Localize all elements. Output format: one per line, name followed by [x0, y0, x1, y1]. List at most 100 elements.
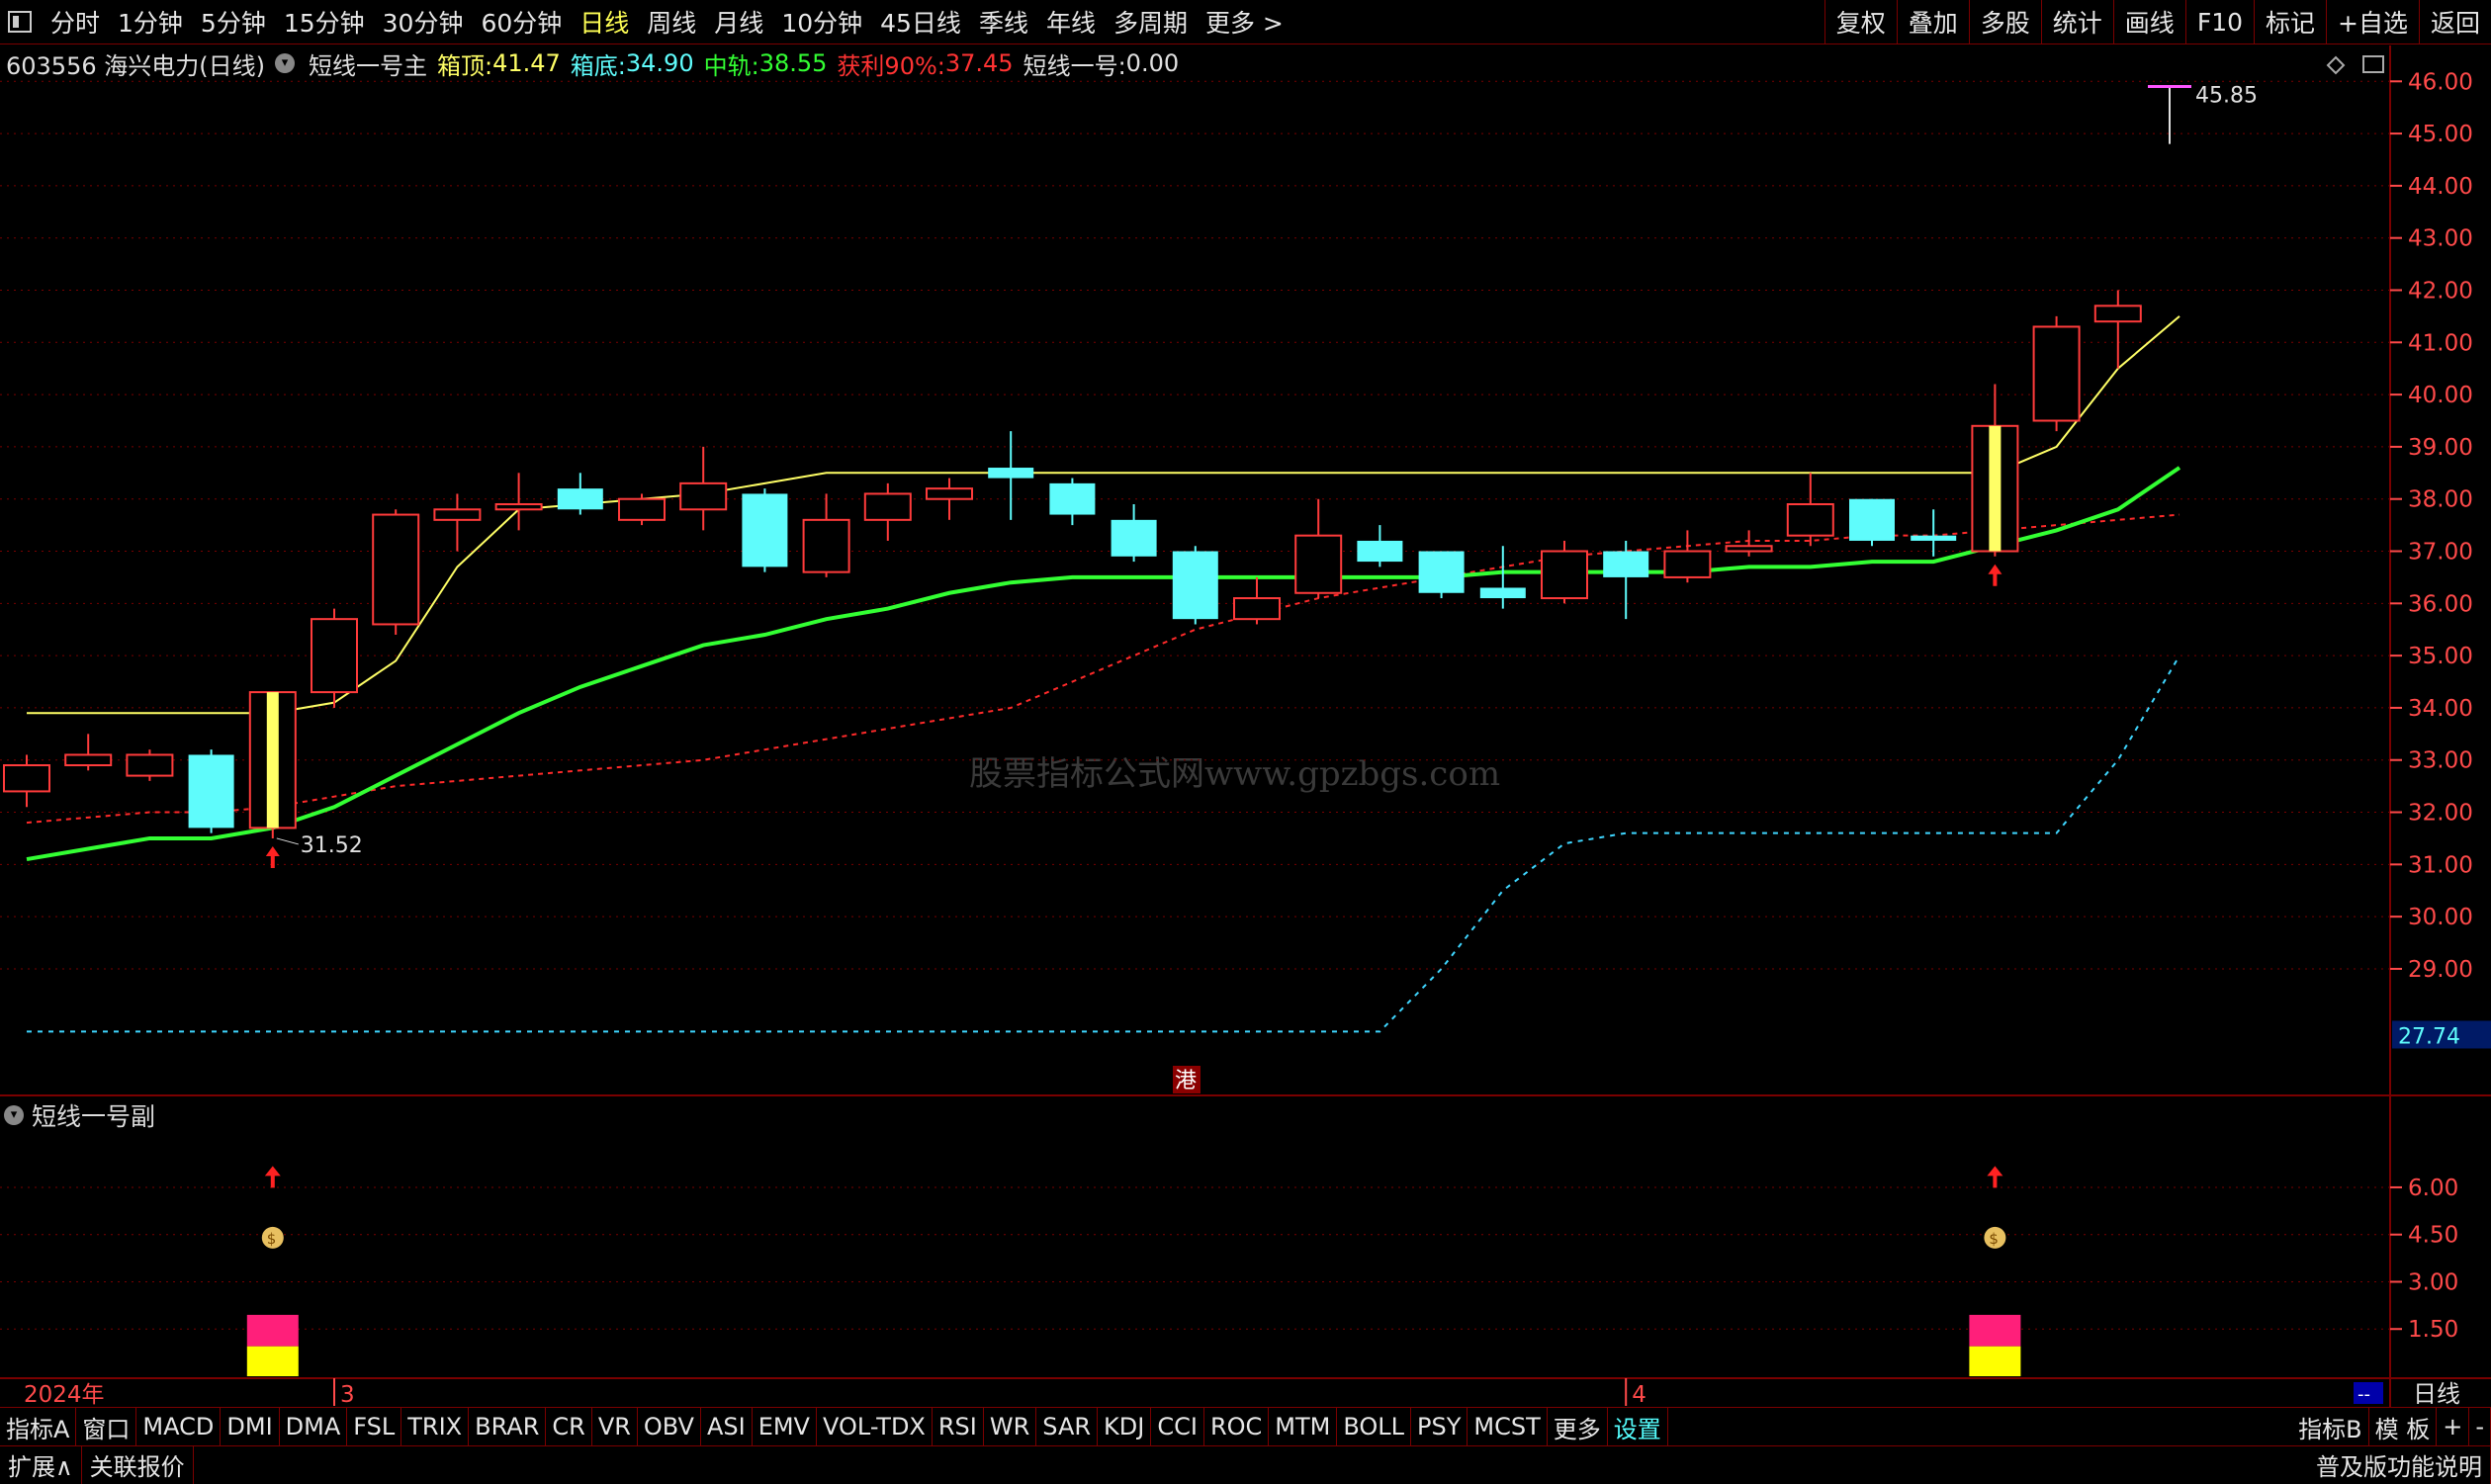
candle-body-down	[988, 468, 1034, 479]
price-tick-label: 45.00	[2408, 122, 2473, 147]
indicator-tab-19[interactable]: ROC	[1204, 1408, 1270, 1445]
candle-body-up	[2093, 305, 2142, 323]
date-axis-label: 4	[1632, 1382, 1646, 1407]
price-tick-label: 36.00	[2408, 591, 2473, 617]
candle-body-down	[1111, 519, 1157, 557]
indicator-tabbar: 指标A 窗口 MACD DMI DMA FSL TRIX BRAR CR VR OBV ASI EMV V…	[0, 1407, 2491, 1446]
indicator-tab-21[interactable]: BOLL	[1337, 1408, 1412, 1445]
indicator-tab-23[interactable]: MCST	[1468, 1408, 1548, 1445]
indicator-tab-11[interactable]: ASI	[701, 1408, 753, 1445]
price-tick-label: 31.00	[2408, 852, 2473, 878]
kline-chart[interactable]: 31.5245.85港 46.0045.0044.0043.0042.0041.…	[0, 0, 2491, 1407]
indicator-tab-13[interactable]: VOL-TDX	[817, 1408, 933, 1445]
price-tick-label: 41.00	[2408, 330, 2473, 356]
indicator-tab-3[interactable]: DMI	[221, 1408, 280, 1445]
candle-body-up	[802, 518, 850, 573]
price-tick-label: 39.00	[2408, 435, 2473, 461]
candle-body-up	[1541, 550, 1588, 600]
price-tick-label: 38.00	[2408, 487, 2473, 513]
price-tick-label: 34.00	[2408, 696, 2473, 722]
period-label: 日线	[2413, 1380, 2460, 1407]
indicator-tab-1[interactable]: 窗口	[76, 1408, 137, 1445]
candle-body-up	[311, 618, 358, 694]
panel-toggle-icon[interactable]	[2362, 55, 2384, 73]
indicator-tab-15[interactable]: WR	[984, 1408, 1037, 1445]
price-tick-label: 43.00	[2408, 226, 2473, 252]
price-axis: 46.00 45.00 44.00 43.00 42.00 41.00 40.00 39.00…	[2390, 69, 2491, 1049]
sub-tick-label: 1.50	[2408, 1317, 2458, 1343]
help-link[interactable]: 普及版功能说明	[2308, 1445, 2491, 1484]
status-bar-item-1[interactable]: 关联报价	[82, 1445, 194, 1484]
price-tick-label: 29.00	[2408, 957, 2473, 983]
indicator-tab-9[interactable]: VR	[592, 1408, 638, 1445]
candle-body-up	[863, 492, 912, 521]
candle-body-up	[433, 508, 482, 521]
low-price-label: 31.52	[301, 833, 363, 858]
high-price-label: 45.85	[2195, 84, 2258, 109]
sub-bar-top	[246, 1314, 299, 1347]
indicator-tab-20[interactable]: MTM	[1269, 1408, 1338, 1445]
buy-arrow-icon	[1988, 564, 2002, 586]
candle-body-up	[126, 753, 174, 777]
chart-grid	[0, 45, 2491, 1407]
candle-body-down	[1357, 540, 1403, 563]
price-tick-label: 40.00	[2408, 383, 2473, 408]
date-axis-label: 2024年	[24, 1382, 105, 1407]
candle-body-up	[1294, 534, 1343, 594]
low-price-pointer	[276, 837, 299, 845]
indicator-tab-4[interactable]: DMA	[280, 1408, 348, 1445]
candle-body-up	[1725, 545, 1773, 553]
sub-tick-label: 6.00	[2408, 1176, 2458, 1201]
sub-tick-label: 4.50	[2408, 1223, 2458, 1249]
candle-body-down	[1911, 535, 1957, 541]
candle-body-up	[3, 764, 50, 793]
indicator-tab-6[interactable]: TRIX	[401, 1408, 470, 1445]
indicator-tabs-right: 指标B 模 板 + -	[2292, 1408, 2491, 1445]
chevron-down-icon[interactable]: ▾	[4, 1105, 24, 1125]
port-badge-label[interactable]: 港	[1175, 1069, 1197, 1093]
indicator-tab-8[interactable]: CR	[546, 1408, 592, 1445]
indicator-right-tab-3[interactable]: -	[2469, 1408, 2491, 1445]
indicator-tab-17[interactable]: KDJ	[1098, 1408, 1152, 1445]
indicator-right-tab-0[interactable]: 指标B	[2292, 1408, 2369, 1445]
candle-body-down	[742, 493, 788, 567]
indicator-tab-2[interactable]: MACD	[136, 1408, 222, 1445]
sub-bar-bottom	[246, 1346, 299, 1376]
diamond-icon[interactable]	[2326, 55, 2346, 75]
indicator-tab-18[interactable]: CCI	[1151, 1408, 1204, 1445]
indicator-right-tab-1[interactable]: 模 板	[2369, 1408, 2438, 1445]
candle-body-up	[926, 487, 973, 500]
candle-body-down	[1479, 587, 1526, 599]
indicator-tab-7[interactable]: BRAR	[469, 1408, 547, 1445]
date-axis-label: 3	[340, 1382, 355, 1407]
port-badge: 港	[1173, 1066, 1201, 1093]
indicator-tab-0[interactable]: 指标A	[0, 1408, 77, 1445]
indicator-tab-5[interactable]: FSL	[347, 1408, 402, 1445]
candle-body-up	[1233, 597, 1281, 621]
candle-body-down	[557, 488, 603, 510]
status-bar: 扩展∧ 关联报价 普及版功能说明	[0, 1445, 2491, 1484]
signal-bar	[1989, 425, 2002, 552]
indicator-tab-25[interactable]: 设置	[1608, 1408, 1668, 1445]
candle-body-up	[2032, 325, 2081, 422]
indicator-tab-24[interactable]: 更多	[1548, 1408, 1608, 1445]
indicator-tab-16[interactable]: SAR	[1036, 1408, 1099, 1445]
indicator-right-tab-2[interactable]: +	[2437, 1408, 2470, 1445]
candle-body-down	[1603, 551, 1649, 577]
candle-body-up	[494, 502, 543, 511]
indicator-tab-14[interactable]: RSI	[933, 1408, 984, 1445]
sub-tick-label: 3.00	[2408, 1269, 2458, 1295]
price-tick-label: 33.00	[2408, 748, 2473, 774]
sub-bar-bottom	[1969, 1346, 2021, 1376]
candle-body-up	[679, 481, 728, 511]
indicator-tab-22[interactable]: PSY	[1411, 1408, 1468, 1445]
indicator-tab-12[interactable]: EMV	[753, 1408, 817, 1445]
price-tick-label: 30.00	[2408, 905, 2473, 930]
indicator-tab-10[interactable]: OBV	[638, 1408, 701, 1445]
candle-body-up	[64, 753, 113, 767]
status-bar-left: 扩展∧ 关联报价	[0, 1445, 194, 1484]
candle-body-down	[1418, 551, 1465, 593]
sub-indicator-name[interactable]: 短线一号副	[32, 1097, 155, 1133]
sub-indicator: 6.00 4.50 3.00 1.50 $ $2024年 3 4 -- 日线	[0, 1166, 2460, 1407]
status-bar-item-0[interactable]: 扩展∧	[0, 1445, 82, 1484]
